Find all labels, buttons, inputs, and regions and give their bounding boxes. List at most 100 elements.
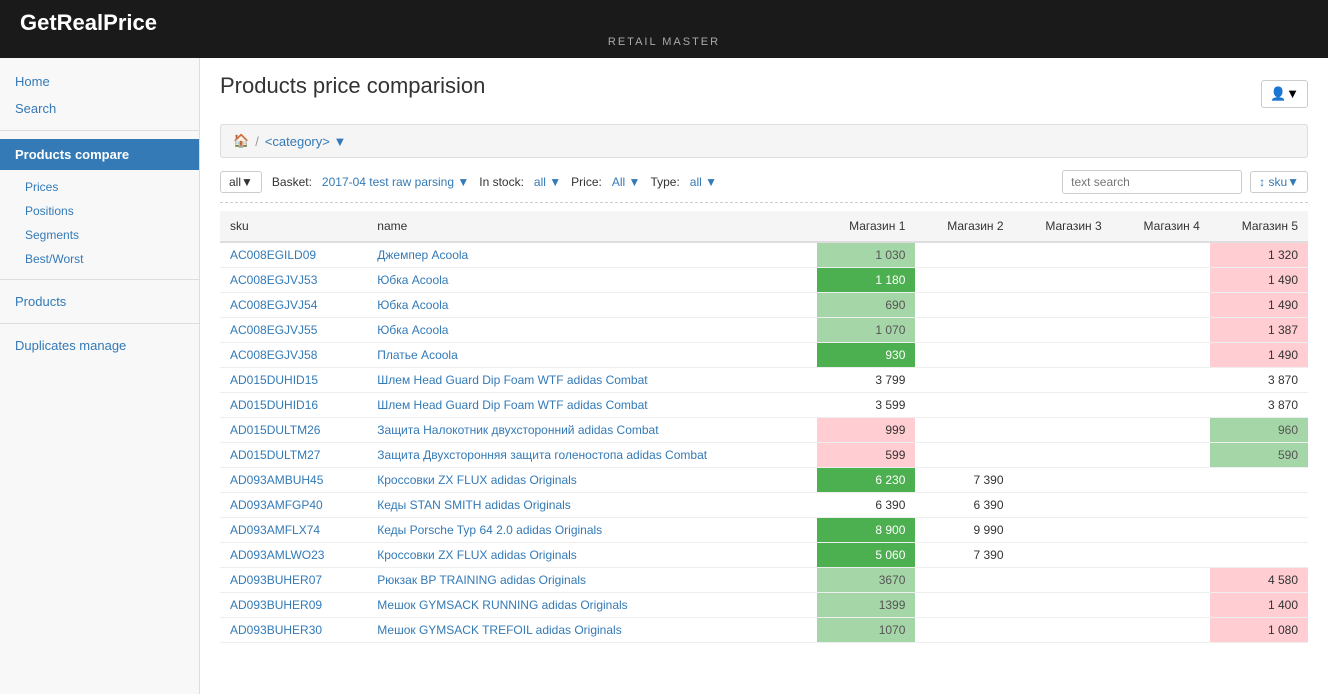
sort-button[interactable]: ↕ sku▼ [1250,171,1308,193]
sku-cell[interactable]: AD015DULTM26 [220,418,367,443]
name-cell[interactable]: Рюкзак BP TRAINING adidas Originals [367,568,817,593]
sidebar-sub-best-worst[interactable]: Best/Worst [0,247,199,271]
price-cell-m5: 590 [1210,443,1308,468]
sku-cell[interactable]: AD015DUHID16 [220,393,367,418]
sidebar-item-products-compare[interactable]: Products compare [0,139,199,170]
price-cell-m5: 1 490 [1210,268,1308,293]
name-cell[interactable]: Юбка Acoola [367,268,817,293]
table-row: AD093AMBUH45Кроссовки ZX FLUX adidas Ori… [220,468,1308,493]
price-cell-m3 [1014,268,1112,293]
name-cell[interactable]: Шлем Head Guard Dip Foam WTF adidas Comb… [367,368,817,393]
name-cell[interactable]: Кроссовки ZX FLUX adidas Originals [367,543,817,568]
name-cell[interactable]: Мешок GYMSACK TREFOIL adidas Originals [367,618,817,643]
table-row: AD093BUHER09Мешок GYMSACK RUNNING adidas… [220,593,1308,618]
type-value[interactable]: all ▼ [690,175,717,189]
sidebar-divider-1 [0,130,199,131]
price-cell-m4 [1112,293,1210,318]
name-cell[interactable]: Кеды STAN SMITH adidas Originals [367,493,817,518]
price-cell-m1: 1399 [817,593,915,618]
price-cell-m3 [1014,543,1112,568]
price-cell-m5: 1 400 [1210,593,1308,618]
name-cell[interactable]: Платье Acoola [367,343,817,368]
sku-cell[interactable]: AD015DUHID15 [220,368,367,393]
name-cell[interactable]: Защита Налокотник двухсторонний adidas C… [367,418,817,443]
price-cell-m4 [1112,368,1210,393]
sidebar-item-home[interactable]: Home [0,68,199,95]
sku-cell[interactable]: AC008EGILD09 [220,242,367,268]
name-cell[interactable]: Защита Двухсторонняя защита голеностопа … [367,443,817,468]
price-cell-m4 [1112,618,1210,643]
basket-value[interactable]: 2017-04 test raw parsing ▼ [322,175,469,189]
sku-cell[interactable]: AC008EGJVJ55 [220,318,367,343]
sidebar-item-products[interactable]: Products [0,288,199,315]
sku-cell[interactable]: AD093BUHER07 [220,568,367,593]
sku-cell[interactable]: AD093AMLWO23 [220,543,367,568]
table-row: AC008EGJVJ53Юбка Acoola1 1801 490 [220,268,1308,293]
price-value[interactable]: All ▼ [612,175,641,189]
sidebar-item-search[interactable]: Search [0,95,199,122]
price-cell-m1: 3 799 [817,368,915,393]
basket-label: Basket: [272,175,312,189]
name-cell[interactable]: Шлем Head Guard Dip Foam WTF adidas Comb… [367,393,817,418]
page-title: Products price comparision [220,73,485,99]
sku-cell[interactable]: AD093BUHER30 [220,618,367,643]
col-sku: sku [220,211,367,242]
price-cell-m2: 9 990 [915,518,1013,543]
in-stock-value[interactable]: all ▼ [534,175,561,189]
name-cell[interactable]: Мешок GYMSACK RUNNING adidas Originals [367,593,817,618]
table-row: AD093AMFLX74Кеды Porsche Typ 64 2.0 adid… [220,518,1308,543]
table-row: AD015DULTM27Защита Двухсторонняя защита … [220,443,1308,468]
sidebar: Home Search Products compare Prices Posi… [0,58,200,694]
name-cell[interactable]: Джемпер Acoola [367,242,817,268]
brand-name: GetRealPrice [20,10,157,36]
name-cell[interactable]: Юбка Acoola [367,318,817,343]
price-cell-m4 [1112,518,1210,543]
price-cell-m1: 6 390 [817,493,915,518]
toolbar-divider [220,202,1308,203]
sku-cell[interactable]: AD093AMFGP40 [220,493,367,518]
price-cell-m1: 5 060 [817,543,915,568]
sku-cell[interactable]: AD093AMFLX74 [220,518,367,543]
sku-cell[interactable]: AD093AMBUH45 [220,468,367,493]
breadcrumb-category[interactable]: <category> ▼ [265,134,347,149]
table-row: AC008EGILD09Джемпер Acoola1 0301 320 [220,242,1308,268]
price-cell-m4 [1112,443,1210,468]
price-cell-m2 [915,242,1013,268]
main-layout: Home Search Products compare Prices Posi… [0,58,1328,694]
price-cell-m5 [1210,493,1308,518]
sidebar-sub-segments[interactable]: Segments [0,223,199,247]
all-filter-btn[interactable]: all▼ [220,171,262,193]
breadcrumb-home-icon[interactable]: 🏠 [233,133,249,149]
sidebar-sub-positions[interactable]: Positions [0,199,199,223]
sidebar-item-duplicates[interactable]: Duplicates manage [0,332,199,359]
sku-cell[interactable]: AD093BUHER09 [220,593,367,618]
name-cell[interactable]: Кроссовки ZX FLUX adidas Originals [367,468,817,493]
price-cell-m4 [1112,242,1210,268]
price-cell-m1: 8 900 [817,518,915,543]
table-row: AD015DUHID16Шлем Head Guard Dip Foam WTF… [220,393,1308,418]
name-cell[interactable]: Кеды Porsche Typ 64 2.0 adidas Originals [367,518,817,543]
name-cell[interactable]: Юбка Acoola [367,293,817,318]
price-cell-m5: 1 490 [1210,343,1308,368]
sku-cell[interactable]: AC008EGJVJ54 [220,293,367,318]
col-mag3: Магазин 3 [1014,211,1112,242]
price-cell-m1: 1070 [817,618,915,643]
compare-table: sku name Магазин 1 Магазин 2 Магазин 3 М… [220,211,1308,643]
price-cell-m2 [915,318,1013,343]
price-cell-m3 [1014,568,1112,593]
sku-cell[interactable]: AC008EGJVJ58 [220,343,367,368]
action-button[interactable]: 👤▼ [1261,80,1308,108]
price-cell-m4 [1112,393,1210,418]
price-cell-m5: 1 490 [1210,293,1308,318]
price-cell-m1: 3670 [817,568,915,593]
header: GetRealPrice RETAIL MASTER [0,0,1328,58]
sidebar-sub-prices[interactable]: Prices [0,175,199,199]
type-label: Type: [650,175,679,189]
price-cell-m5 [1210,518,1308,543]
table-row: AD015DUHID15Шлем Head Guard Dip Foam WTF… [220,368,1308,393]
text-search-input[interactable] [1062,170,1242,194]
sku-cell[interactable]: AC008EGJVJ53 [220,268,367,293]
table-row: AD093AMLWO23Кроссовки ZX FLUX adidas Ori… [220,543,1308,568]
sidebar-divider-2 [0,279,199,280]
sku-cell[interactable]: AD015DULTM27 [220,443,367,468]
